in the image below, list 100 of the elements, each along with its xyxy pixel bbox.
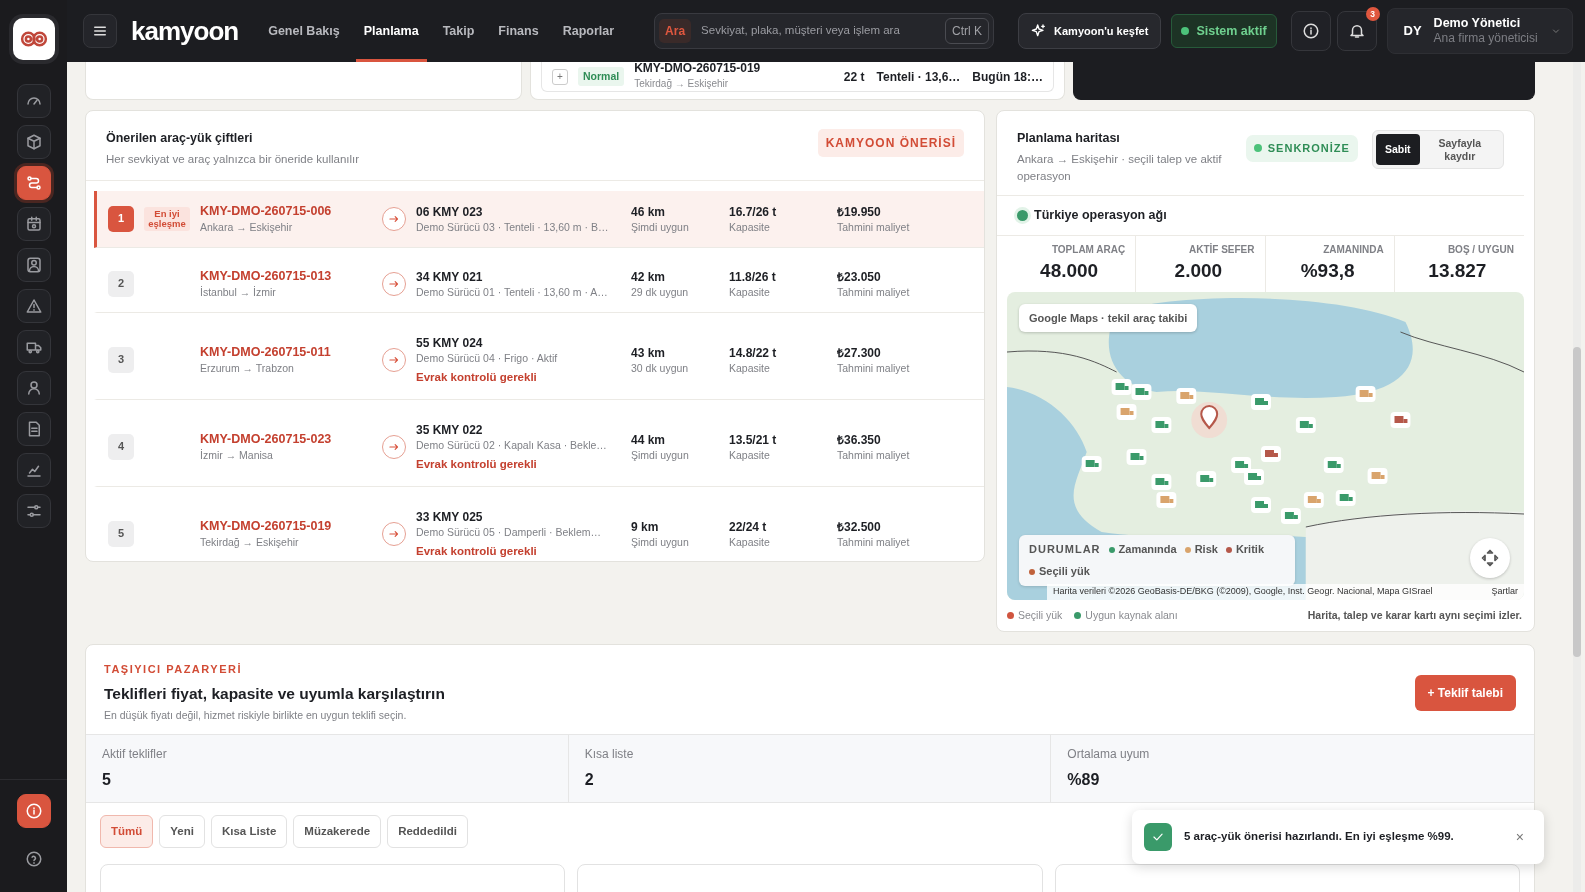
rank-number: 1 (108, 206, 134, 232)
suggestion-row[interactable]: 4 KMY-DMO-260715-023 İzmir → Manisa 35 KMY 022 Demo Sürücü 02 · Kapalı Kasa · Bekle… Evrak kontrolü gerekli 44 km Şimdi uygun 13.5/21 t Kapasite ₺36.350 Tahmini maliyet (94, 408, 984, 487)
stat-value: 2.000 (1173, 259, 1224, 283)
shipment-id: KMY-DMO-260715-013 (200, 269, 333, 285)
sidebar-button[interactable] (16, 248, 51, 282)
user-initials: DY (1403, 22, 1422, 41)
menu-button[interactable] (83, 14, 117, 48)
expand-icon (1480, 547, 1500, 568)
card-title: Önerilen araç-yük çiftleri (106, 130, 254, 147)
shipment-id: KMY-DMO-260715-019 (634, 62, 761, 76)
card-subtitle: Her sevkiyat ve araç yalnızca bir öneride kullanılır (106, 151, 360, 167)
toggle-option[interactable]: Sabit (1375, 134, 1420, 166)
help-icon (24, 850, 43, 868)
notification-count: 3 (1365, 7, 1380, 21)
sidebar-button[interactable] (16, 494, 51, 528)
capacity-label: Kapasite (729, 220, 771, 234)
stat-value: 2 (584, 769, 595, 790)
terms-link[interactable]: Şartlar (1491, 585, 1518, 599)
map-note: Harita, talep ve karar kartı aynı seçimi izler. (1307, 607, 1522, 623)
shipment-route: Erzurum → Trabzon (200, 362, 295, 375)
card-subtitle: Ankara → Eskişehir · seçili talep ve aktif operasyon (1017, 151, 1223, 184)
rank-number: 5 (108, 521, 134, 547)
sidebar-button[interactable] (16, 207, 51, 241)
filter-tab[interactable]: Müzakerede (293, 814, 382, 848)
search-button[interactable]: Ara (659, 19, 692, 43)
sidebar-button[interactable] (16, 166, 51, 200)
vehicle-plate: 06 KMY 023 (416, 204, 484, 219)
sidebar-button[interactable] (16, 412, 51, 446)
vehicle-plate: 35 KMY 022 (416, 422, 484, 437)
nav-tab[interactable]: Genel Bakış (260, 0, 348, 62)
scrollbar-thumb[interactable] (1573, 347, 1581, 657)
availability-text: Şimdi uygun (631, 448, 690, 462)
nav-tab[interactable]: Takip (434, 0, 483, 62)
sidebar-button[interactable] (16, 125, 51, 159)
distance-value: 42 km (631, 269, 667, 284)
stat-label: BOŞ / UYGUN (1446, 243, 1514, 257)
shipment-route: Tekirdağ → Eskişehir (200, 536, 300, 549)
availability-text: 30 dk uygun (631, 361, 690, 375)
close-button[interactable]: × (1511, 826, 1528, 848)
user-name: Demo Yönetici (1433, 15, 1522, 31)
shipment-route: İzmir → Manisa (200, 449, 274, 462)
warning-text: Evrak kontrolü gerekli (416, 370, 538, 385)
sparkle-icon (1031, 23, 1048, 39)
suggestion-row[interactable]: 3 KMY-DMO-260715-011 Erzurum → Trabzon 55 KMY 024 Demo Sürücü 04 · Frigo · Aktif Evrak kontrolü gerekli 43 km 30 dk uygun 14.8/22 t Kapasite ₺27.300 Tahmini maliyet (94, 321, 984, 400)
shipment-id: KMY-DMO-260715-019 (200, 519, 333, 535)
shipment-id: KMY-DMO-260715-023 (200, 432, 333, 448)
cost-label: Tahmini maliyet (837, 285, 911, 299)
shipment-route: Tekirdağ → Eskişehir (634, 76, 730, 91)
map-tag: Google Maps · tekil araç takibi (1019, 303, 1198, 332)
add-button[interactable]: + (552, 68, 568, 85)
shipment-time: Bugün 18:… (972, 68, 1043, 86)
offer-request-button[interactable]: + Teklif talebi (1414, 675, 1516, 712)
toast-message: 5 araç-yük önerisi hazırlandı. En iyi eşleşme %99. (1184, 829, 1454, 845)
stat-label: AKTİF SEFER (1187, 242, 1255, 257)
section-subtitle: En düşük fiyatı değil, hizmet riskiyle birlikte en uygun teklifi seçin. (104, 708, 408, 723)
suggestion-row[interactable]: 2 KMY-DMO-260715-013 İstanbul → İzmir 34 KMY 021 Demo Sürücü 01 · Tenteli · 13,60 m · A… 42 km 29 dk uygun 11.8/26 t Kapasite ₺23.050 Tahmini maliyet (94, 256, 984, 313)
suggestion-row[interactable]: 1 En iyi eşleşme KMY-DMO-260715-006 Ankara → Eskişehir 06 KMY 023 Demo Sürücü 03 · Tenteli · 13,60 m · B… 46 km Şimdi uygun 16.7/26 t Kapasite ₺19.950 Tahmini maliyet (94, 191, 984, 248)
info-icon (24, 802, 43, 820)
filter-tab[interactable]: Yeni (159, 814, 205, 848)
bell-icon (1347, 22, 1366, 40)
stat-label: Kısa liste (584, 745, 635, 763)
sync-label: SENKRONİZE (1267, 141, 1350, 156)
shortcut-hint: Ctrl K (945, 18, 990, 44)
filter-tab[interactable]: Kısa Liste (210, 814, 288, 848)
nav-tab[interactable]: Raporlar (554, 0, 623, 62)
legend-item: Seçili yük (1007, 607, 1063, 624)
filter-tab[interactable]: Tümü (100, 814, 154, 848)
explore-button[interactable]: Kamyoon'u keşfet (1018, 13, 1162, 49)
shipment-row[interactable]: + Normal KMY-DMO-260715-019 Tekirdağ → Eskişehir 22 t Tenteli · 13,6… Bugün 18:… (541, 62, 1054, 92)
cost-label: Tahmini maliyet (837, 535, 911, 549)
legend-item: Risk (1184, 540, 1218, 557)
alert-button[interactable] (16, 794, 51, 828)
capacity-value: 11.8/26 t (729, 269, 777, 284)
stat-value: 13.827 (1427, 259, 1488, 283)
suggestion-row[interactable]: 5 KMY-DMO-260715-019 Tekirdağ → Eskişehir 33 KMY 025 Demo Sürücü 05 · Damperli · Beklem… Evrak kontrolü gerekli 9 km Şimdi uygun 22/24 t Kapasite ₺32.500 Tahmini maliyet (94, 495, 984, 561)
cost-label: Tahmini maliyet (837, 220, 911, 234)
sidebar-button[interactable] (16, 371, 51, 405)
stat-value: 48.000 (1039, 259, 1100, 283)
cost-value: ₺19.950 (837, 204, 882, 219)
search-field[interactable]: Ara Sevkiyat, plaka, müşteri veya işlem ara Ctrl K (654, 13, 995, 49)
best-match-tag: En iyi eşleşme (144, 206, 190, 232)
vehicle-details: Demo Sürücü 01 · Tenteli · 13,60 m · A… (416, 285, 609, 299)
card-title: Planlama haritası (1017, 130, 1121, 147)
calendar-icon (24, 215, 43, 233)
info-button[interactable] (1290, 11, 1331, 51)
sliders-icon (24, 502, 43, 520)
vehicle-details: Demo Sürücü 04 · Frigo · Aktif (416, 352, 559, 365)
toggle-option[interactable]: Sayfayla kaydır (1419, 134, 1500, 166)
shipment-route: Ankara → Eskişehir (200, 221, 294, 234)
nav-tab[interactable]: Finans (490, 0, 547, 62)
vehicle-plate: 55 KMY 024 (416, 335, 484, 350)
cost-label: Tahmini maliyet (837, 448, 911, 462)
brand-logo: kamyoon (131, 18, 239, 44)
warning-icon (24, 297, 43, 315)
sidebar-button[interactable] (16, 330, 51, 364)
filter-tab[interactable]: Reddedildi (387, 814, 468, 848)
legend-item: Zamanında (1108, 540, 1177, 557)
capacity-value: 13.5/21 t (729, 432, 778, 447)
recommendation-tag: KAMYOON ÖNERİSİ (817, 129, 964, 157)
map-attribution: Harita verileri ©2026 GeoBasis-DE/BKG (©2009), Google, Inst. Geogr. Nacional, Mapa GISrael (1053, 585, 1433, 598)
